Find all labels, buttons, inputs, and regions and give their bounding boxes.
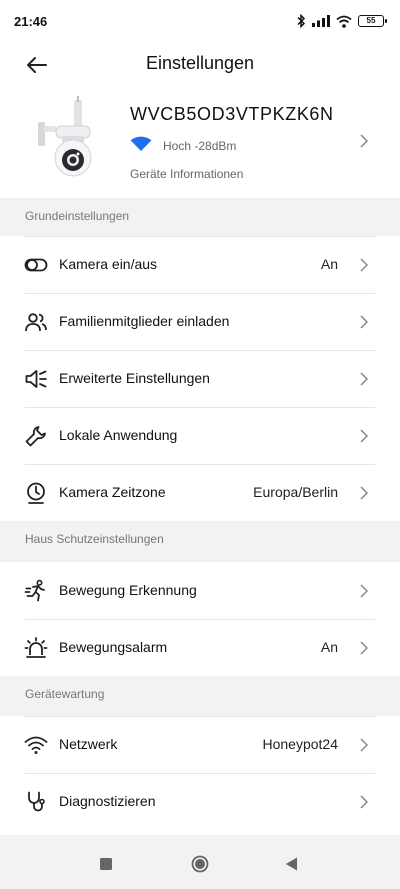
row-label: Kamera Zeitzone	[59, 484, 166, 500]
chevron-right-icon	[360, 738, 369, 752]
status-icons: 55	[296, 13, 387, 29]
section-title: Grundeinstellungen	[25, 209, 130, 223]
section-title: Haus Schutzeinstellungen	[25, 532, 164, 546]
chevron-right-icon	[360, 486, 369, 500]
divider	[25, 464, 375, 465]
row-camera-timezone[interactable]: Kamera Zeitzone Europa/Berlin	[0, 464, 400, 521]
row-value: Honeypot24	[262, 736, 338, 752]
system-nav-bar	[0, 835, 400, 889]
section-header-protection: Haus Schutzeinstellungen	[0, 521, 400, 557]
row-local-application[interactable]: Lokale Anwendung	[0, 407, 400, 464]
row-label: Netzwerk	[59, 736, 118, 752]
row-camera-toggle[interactable]: Kamera ein/aus An	[0, 236, 400, 293]
section-title: Gerätewartung	[25, 687, 105, 701]
running-person-icon	[24, 579, 45, 602]
chevron-right-icon	[360, 372, 369, 386]
divider	[25, 293, 375, 294]
people-icon	[25, 313, 47, 332]
section-header-basic: Grundeinstellungen	[0, 198, 400, 234]
row-label: Lokale Anwendung	[59, 427, 178, 443]
row-motion-detection[interactable]: Bewegung Erkennung	[0, 562, 400, 619]
row-network[interactable]: Netzwerk Honeypot24	[0, 716, 400, 773]
row-diagnostics[interactable]: Diagnostizieren	[0, 773, 400, 835]
speaker-icon	[25, 370, 47, 388]
stethoscope-icon	[28, 791, 45, 812]
toggle-icon	[24, 258, 48, 272]
divider	[25, 407, 375, 408]
chevron-right-icon	[360, 429, 369, 443]
camera-thumbnail	[38, 96, 92, 177]
device-name: WVCB5OD3VTPKZK6N	[130, 104, 334, 124]
row-value: Europa/Berlin	[253, 484, 338, 500]
device-card[interactable]: WVCB5OD3VTPKZK6N Hoch -28dBm Geräte Info…	[0, 86, 400, 198]
bluetooth-icon	[297, 14, 306, 28]
row-motion-alarm[interactable]: Bewegungsalarm An	[0, 619, 400, 676]
battery-icon: 55	[358, 15, 387, 27]
row-value: An	[320, 256, 338, 272]
alarm-light-icon	[24, 637, 48, 658]
divider	[25, 350, 375, 351]
divider	[25, 619, 375, 620]
wrench-icon	[25, 426, 46, 447]
row-invite-family[interactable]: Familienmitglieder einladen	[0, 293, 400, 350]
row-value: An	[320, 639, 338, 655]
app-bar: Einstellungen	[0, 46, 400, 86]
clock-pin-icon	[27, 482, 45, 504]
row-label: Familienmitglieder einladen	[59, 313, 230, 329]
row-label: Kamera ein/aus	[59, 256, 158, 272]
row-label: Bewegungsalarm	[59, 639, 168, 655]
chevron-right-icon	[360, 795, 369, 809]
divider	[25, 773, 375, 774]
chevron-right-icon	[360, 315, 369, 329]
back-triangle-icon[interactable]	[285, 857, 298, 871]
row-advanced-settings[interactable]: Erweiterte Einstellungen	[0, 350, 400, 407]
row-label: Bewegung Erkennung	[59, 582, 197, 598]
recents-square-icon[interactable]	[100, 858, 112, 870]
section-header-maintenance: Gerätewartung	[0, 676, 400, 712]
chevron-right-icon	[360, 584, 369, 598]
row-label: Erweiterte Einstellungen	[59, 370, 210, 386]
wifi-status-icon	[336, 15, 352, 28]
device-info-link[interactable]: Geräte Informationen	[130, 167, 243, 181]
divider	[25, 716, 375, 717]
home-circle-icon[interactable]	[191, 855, 209, 873]
chevron-right-icon	[360, 641, 369, 655]
status-bar: 21:46 55	[0, 0, 400, 46]
cell-signal-icon	[312, 15, 330, 27]
chevron-right-icon	[360, 258, 369, 272]
chevron-right-icon	[360, 134, 369, 148]
signal-strength: Hoch -28dBm	[163, 139, 237, 153]
page-title: Einstellungen	[145, 53, 255, 73]
divider	[25, 236, 375, 237]
wifi-icon	[24, 736, 48, 754]
wifi-signal-icon	[130, 136, 152, 151]
row-label: Diagnostizieren	[59, 793, 156, 809]
status-time: 21:46	[14, 14, 48, 29]
